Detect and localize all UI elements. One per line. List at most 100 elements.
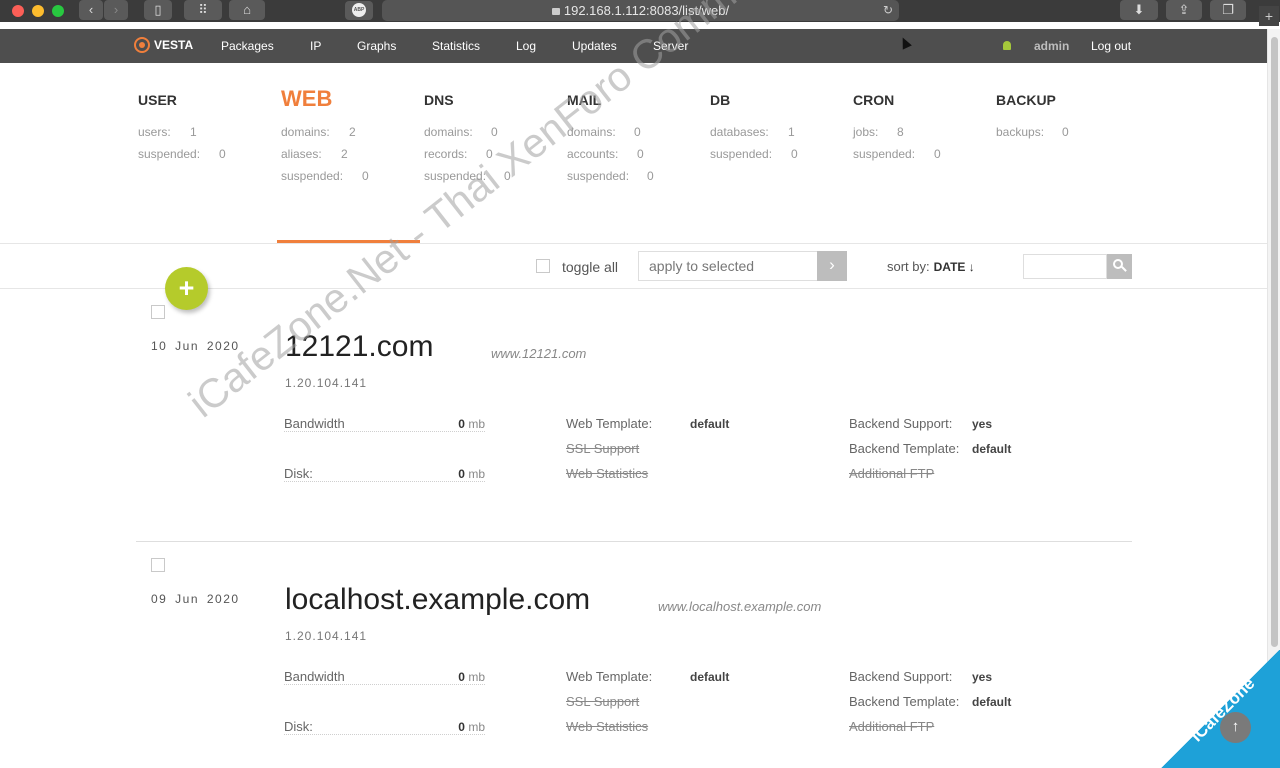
stat-label: records:: [424, 147, 468, 161]
stat-title: BACKUP: [996, 92, 1056, 108]
scrollbar-thumb[interactable]: [1271, 37, 1278, 647]
stat-title: DB: [710, 92, 731, 108]
divider: [0, 243, 1267, 244]
stat-value: 2: [349, 125, 356, 139]
reload-icon[interactable]: ↻: [883, 0, 893, 21]
backend-support-value: yes: [972, 670, 993, 684]
backend-template-value: default: [972, 442, 1012, 456]
download-icon[interactable]: ⬇: [1120, 0, 1158, 20]
row-checkbox[interactable]: [151, 558, 165, 572]
adblock-icon[interactable]: ABP: [345, 1, 373, 20]
domain-alias[interactable]: www.localhost.example.com: [658, 599, 821, 614]
active-tab-indicator: [277, 240, 420, 243]
bandwidth-label: Bandwidth: [284, 416, 345, 431]
stat-value: 1: [788, 125, 795, 139]
user-link[interactable]: admin: [1034, 39, 1069, 53]
backend-support-label: Backend Support:: [849, 669, 953, 684]
search-input[interactable]: [1023, 254, 1107, 279]
stat-value: 0: [647, 169, 654, 183]
domain-name[interactable]: 12121.com: [285, 330, 433, 364]
sort-by-control[interactable]: sort by: DATE ↓: [887, 259, 975, 274]
grid-icon[interactable]: ⠿: [184, 0, 222, 20]
stat-value: 1: [190, 125, 197, 139]
stat-mail[interactable]: MAIL domains: 0 accounts: 0 suspended: 0: [567, 92, 707, 183]
disk-label: Disk:: [284, 466, 313, 481]
stat-title: MAIL: [567, 92, 602, 108]
row-checkbox[interactable]: [151, 305, 165, 319]
close-window-button[interactable]: [12, 5, 24, 17]
tabs-icon[interactable]: ❐: [1210, 0, 1246, 20]
stat-label: backups:: [996, 125, 1045, 139]
scroll-to-top-button[interactable]: ↑: [1220, 712, 1251, 743]
nav-statistics[interactable]: Statistics: [432, 39, 480, 53]
apply-to-selected-select[interactable]: apply to selected: [638, 251, 818, 281]
web-template-value: default: [690, 670, 730, 684]
web-template-label: Web Template:: [566, 416, 653, 431]
forward-button[interactable]: ›: [104, 0, 128, 20]
nav-log[interactable]: Log: [516, 39, 536, 53]
stat-title: CRON: [853, 92, 895, 108]
nav-packages[interactable]: Packages: [221, 39, 274, 53]
stat-label: suspended:: [281, 169, 344, 183]
stat-label: databases:: [710, 125, 769, 139]
stat-db[interactable]: DB databases: 1 suspended: 0: [710, 92, 850, 161]
stat-backup[interactable]: BACKUP backups: 0: [996, 92, 1136, 139]
search-button[interactable]: [1107, 254, 1132, 279]
back-button[interactable]: ‹: [79, 0, 103, 20]
disk-meter: Disk: 0 mb: [284, 719, 485, 735]
stat-value: 0: [486, 147, 493, 161]
nav-updates[interactable]: Updates: [572, 39, 617, 53]
share-icon[interactable]: ⇪: [1166, 0, 1202, 20]
stat-web[interactable]: WEB domains: 2 aliases: 2 suspended: 0: [281, 86, 421, 183]
vesta-logo[interactable]: VESTA: [134, 37, 194, 54]
sort-value[interactable]: DATE ↓: [934, 260, 975, 274]
add-domain-button[interactable]: +: [165, 267, 208, 310]
stat-label: jobs:: [853, 125, 879, 139]
url-text: 192.168.1.112:8083/list/web/: [563, 3, 730, 18]
disk-label: Disk:: [284, 719, 313, 734]
watermark-text: iCafeZone.Net - Thai XenForo Community: [180, 0, 813, 427]
browser-toolbar: ‹ › ▯ ⠿ ⌂ ABP 192.168.1.112:8083/list/we…: [0, 0, 1280, 22]
domain-alias[interactable]: www.12121.com: [491, 346, 586, 361]
stat-label: suspended:: [853, 147, 916, 161]
stat-user[interactable]: USER users: 1 suspended: 0: [138, 92, 278, 161]
home-icon[interactable]: ⌂: [229, 0, 265, 20]
stat-value: 0: [1062, 125, 1069, 139]
sidebar-icon[interactable]: ▯: [144, 0, 172, 20]
bandwidth-unit: mb: [468, 417, 485, 431]
domain-date: 10 Jun 2020: [151, 339, 240, 353]
disk-value: 0: [458, 720, 465, 734]
zoom-window-button[interactable]: [52, 5, 64, 17]
domain-date: 09 Jun 2020: [151, 592, 240, 606]
stat-label: suspended:: [424, 169, 487, 183]
domain-name[interactable]: localhost.example.com: [285, 583, 590, 617]
bandwidth-label: Bandwidth: [284, 669, 345, 684]
disk-meter: Disk: 0 mb: [284, 466, 485, 482]
nav-server[interactable]: Server: [653, 39, 688, 53]
stat-label: suspended:: [138, 147, 201, 161]
stat-value: 0: [362, 169, 369, 183]
toggle-all-checkbox[interactable]: [536, 259, 550, 273]
stat-value: 0: [791, 147, 798, 161]
stat-value: 8: [897, 125, 904, 139]
additional-ftp-label: Additional FTP: [849, 466, 935, 481]
toggle-all-label[interactable]: toggle all: [562, 259, 618, 275]
nav-graphs[interactable]: Graphs: [357, 39, 396, 53]
bandwidth-unit: mb: [468, 670, 485, 684]
stat-label: suspended:: [710, 147, 773, 161]
corner-watermark: iCafeZone: [1160, 650, 1280, 768]
stat-dns[interactable]: DNS domains: 0 records: 0 suspended: 0: [424, 92, 564, 183]
new-tab-button[interactable]: +: [1259, 6, 1279, 26]
logo-text: VESTA: [154, 38, 194, 53]
minimize-window-button[interactable]: [32, 5, 44, 17]
backend-support-value: yes: [972, 417, 993, 431]
address-bar[interactable]: 192.168.1.112:8083/list/web/ ↻: [382, 0, 899, 21]
logout-link[interactable]: Log out: [1091, 39, 1131, 53]
stat-cron[interactable]: CRON jobs: 8 suspended: 0: [853, 92, 993, 161]
bell-icon[interactable]: [1003, 41, 1011, 50]
apply-go-button[interactable]: ›: [817, 251, 847, 281]
additional-ftp-label: Additional FTP: [849, 719, 935, 734]
stat-label: suspended:: [567, 169, 630, 183]
stat-label: aliases:: [281, 147, 322, 161]
nav-ip[interactable]: IP: [310, 39, 321, 53]
